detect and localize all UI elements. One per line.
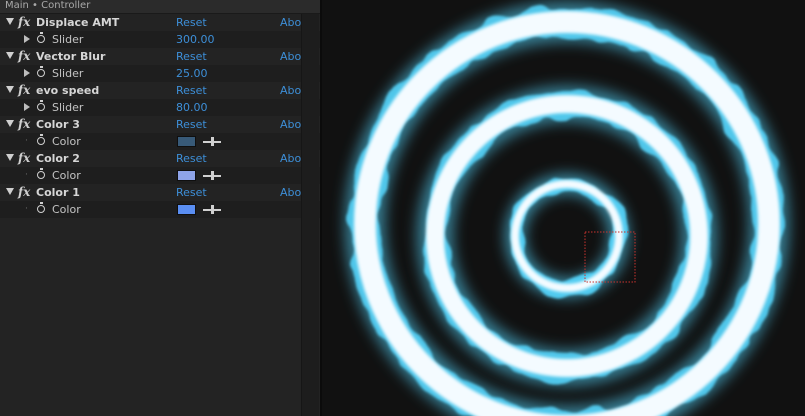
reset-button[interactable]: Reset — [176, 150, 207, 167]
about-link[interactable]: Abo — [280, 82, 301, 99]
fx-icon[interactable]: fx — [18, 184, 30, 201]
slider-value[interactable]: 80.00 — [176, 99, 208, 116]
effect-name: Vector Blur — [36, 50, 106, 63]
tree-dash: · — [25, 136, 28, 146]
stopwatch-icon[interactable] — [37, 202, 45, 213]
triangle-right-icon[interactable] — [24, 35, 30, 43]
reset-button[interactable]: Reset — [176, 184, 207, 201]
param-row-slider: Slider 80.00 — [0, 99, 320, 116]
effect-row-displace-amt[interactable]: fx Displace AMT Reset Abo — [0, 14, 320, 31]
triangle-down-icon[interactable] — [6, 86, 14, 93]
param-row-color: · Color — [0, 133, 320, 150]
param-row-color: · Color — [0, 201, 320, 218]
param-row-slider: Slider 25.00 — [0, 65, 320, 82]
param-label: Color — [52, 135, 81, 148]
stopwatch-icon[interactable] — [37, 134, 45, 145]
fx-icon[interactable]: fx — [18, 48, 30, 65]
triangle-down-icon[interactable] — [6, 120, 14, 127]
viewer-canvas[interactable] — [322, 0, 805, 416]
slider-value[interactable]: 25.00 — [176, 65, 208, 82]
composition-viewer[interactable] — [322, 0, 805, 416]
effect-name: Displace AMT — [36, 16, 120, 29]
color-swatch[interactable] — [177, 170, 196, 181]
eyedropper-icon[interactable] — [203, 204, 221, 215]
param-row-slider: Slider 300.00 — [0, 31, 320, 48]
tree-dash: · — [25, 204, 28, 214]
reset-button[interactable]: Reset — [176, 14, 207, 31]
fx-icon[interactable]: fx — [18, 14, 30, 31]
param-label: Slider — [52, 67, 84, 80]
fx-icon[interactable]: fx — [18, 82, 30, 99]
param-label: Slider — [52, 33, 84, 46]
effect-name: Color 1 — [36, 186, 80, 199]
effect-row-color-2[interactable]: fx Color 2 Reset Abo — [0, 150, 320, 167]
stopwatch-icon[interactable] — [37, 168, 45, 179]
stopwatch-icon[interactable] — [37, 100, 45, 111]
about-link[interactable]: Abo — [280, 184, 301, 201]
triangle-right-icon[interactable] — [24, 69, 30, 77]
effect-row-vector-blur[interactable]: fx Vector Blur Reset Abo — [0, 48, 320, 65]
stopwatch-icon[interactable] — [37, 66, 45, 77]
eyedropper-icon[interactable] — [203, 136, 221, 147]
reset-button[interactable]: Reset — [176, 116, 207, 133]
param-label: Color — [52, 203, 81, 216]
reset-button[interactable]: Reset — [176, 82, 207, 99]
effect-controls-panel: Main • Controller fx Displace AMT Reset … — [0, 0, 320, 416]
triangle-down-icon[interactable] — [6, 18, 14, 25]
color-swatch[interactable] — [177, 204, 196, 215]
effect-name: evo speed — [36, 84, 100, 97]
color-swatch[interactable] — [177, 136, 196, 147]
panel-scrollbar[interactable] — [301, 14, 319, 416]
about-link[interactable]: Abo — [280, 150, 301, 167]
about-link[interactable]: Abo — [280, 116, 301, 133]
effect-row-color-1[interactable]: fx Color 1 Reset Abo — [0, 184, 320, 201]
fx-icon[interactable]: fx — [18, 150, 30, 167]
param-label: Color — [52, 169, 81, 182]
param-label: Slider — [52, 101, 84, 114]
effect-name: Color 2 — [36, 152, 80, 165]
triangle-down-icon[interactable] — [6, 188, 14, 195]
panel-title: Main • Controller — [0, 0, 320, 14]
slider-value[interactable]: 300.00 — [176, 31, 215, 48]
tree-dash: · — [25, 170, 28, 180]
triangle-down-icon[interactable] — [6, 154, 14, 161]
triangle-down-icon[interactable] — [6, 52, 14, 59]
effect-row-color-3[interactable]: fx Color 3 Reset Abo — [0, 116, 320, 133]
triangle-right-icon[interactable] — [24, 103, 30, 111]
about-link[interactable]: Abo — [280, 48, 301, 65]
effect-row-evo-speed[interactable]: fx evo speed Reset Abo — [0, 82, 320, 99]
reset-button[interactable]: Reset — [176, 48, 207, 65]
about-link[interactable]: Abo — [280, 14, 301, 31]
stopwatch-icon[interactable] — [37, 32, 45, 43]
effect-name: Color 3 — [36, 118, 80, 131]
eyedropper-icon[interactable] — [203, 170, 221, 181]
fx-icon[interactable]: fx — [18, 116, 30, 133]
param-row-color: · Color — [0, 167, 320, 184]
